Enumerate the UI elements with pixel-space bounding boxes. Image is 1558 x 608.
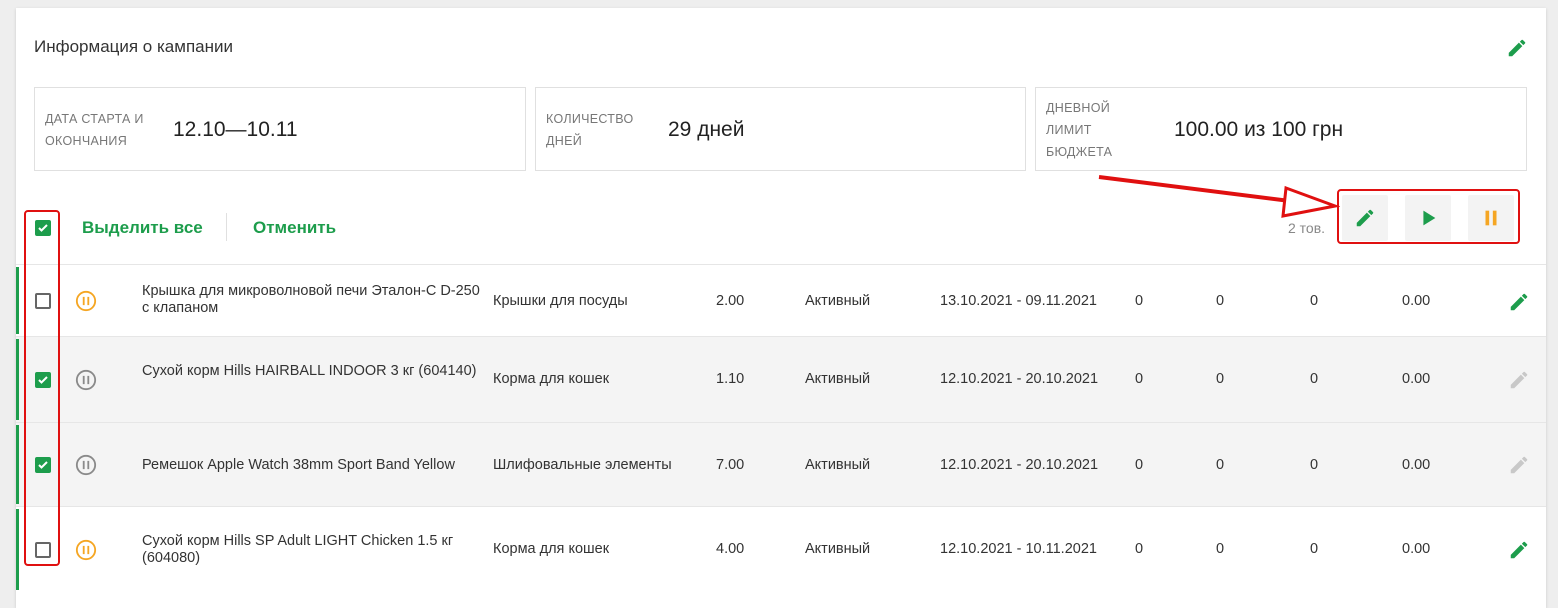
row-checkbox[interactable] xyxy=(35,542,51,558)
product-period: 12.10.2021 - 10.11.2021 xyxy=(940,541,1097,557)
cancel-link[interactable]: Отменить xyxy=(253,218,336,238)
budget-value: 100.00 из 100 грн xyxy=(1174,118,1344,141)
product-status: Активный xyxy=(805,541,871,557)
product-period: 12.10.2021 - 20.10.2021 xyxy=(940,457,1099,473)
pause-circle-icon[interactable] xyxy=(75,539,97,561)
days-value: 29 дней xyxy=(668,118,745,141)
select-all-link[interactable]: Выделить все xyxy=(82,218,203,238)
metric-2: 0 xyxy=(1216,371,1225,387)
pencil-icon xyxy=(1510,371,1528,389)
row-stripe xyxy=(16,509,19,590)
bulk-edit-button[interactable] xyxy=(1342,195,1388,241)
product-cost: 0.00 xyxy=(1402,541,1431,557)
product-cost: 0.00 xyxy=(1402,293,1431,309)
product-category: Крышки для посуды xyxy=(493,293,628,309)
product-bid: 4.00 xyxy=(716,541,745,557)
bulk-play-button[interactable] xyxy=(1405,195,1451,241)
budget-label-line2: ЛИМИТ xyxy=(1046,123,1092,137)
metric-1: 0 xyxy=(1135,293,1144,309)
checkmark-icon xyxy=(38,224,48,232)
campaign-info-panel: Информация о кампании ДАТА СТАРТА И ОКОН… xyxy=(16,8,1546,608)
budget-label-line1: ДНЕВНОЙ xyxy=(1046,101,1111,115)
annotation-arrow-icon xyxy=(1098,175,1340,218)
budget-info-box: ДНЕВНОЙ ЛИМИТ БЮДЖЕТА 100.00 из 100 грн xyxy=(1035,87,1527,171)
metric-1: 0 xyxy=(1135,371,1144,387)
product-cost: 0.00 xyxy=(1402,371,1431,387)
product-cost: 0.00 xyxy=(1402,457,1431,473)
row-checkbox[interactable] xyxy=(35,293,51,309)
table-row: Сухой корм Hills SP Adult LIGHT Chicken … xyxy=(16,506,1546,592)
pencil-icon[interactable] xyxy=(1508,539,1530,561)
dates-label-line1: ДАТА СТАРТА И xyxy=(45,112,144,126)
pause-icon xyxy=(1485,210,1497,226)
days-info-box: КОЛИЧЕСТВО ДНЕЙ 29 дней xyxy=(535,87,1026,171)
row-stripe xyxy=(16,425,19,504)
metric-1: 0 xyxy=(1135,541,1144,557)
pause-circle-icon[interactable] xyxy=(75,290,97,312)
product-category: Шлифовальные элементы xyxy=(493,457,672,473)
days-label-line1: КОЛИЧЕСТВО xyxy=(546,112,634,126)
pencil-icon xyxy=(1356,209,1374,227)
play-icon xyxy=(1423,210,1436,226)
pencil-icon[interactable] xyxy=(1508,291,1530,313)
product-status: Активный xyxy=(805,371,871,387)
product-name[interactable]: Ремешок Apple Watch 38mm Sport Band Yell… xyxy=(142,457,482,474)
pencil-icon xyxy=(1510,456,1528,474)
product-status: Активный xyxy=(805,457,871,473)
product-status: Активный xyxy=(805,293,871,309)
pause-circle-icon[interactable] xyxy=(75,454,97,476)
metric-2: 0 xyxy=(1216,541,1225,557)
dates-label-line2: ОКОНЧАНИЯ xyxy=(45,134,128,148)
days-label-line2: ДНЕЙ xyxy=(546,134,583,148)
checkmark-icon xyxy=(38,376,48,384)
row-checkbox[interactable] xyxy=(35,372,51,388)
metric-2: 0 xyxy=(1216,457,1225,473)
row-stripe xyxy=(16,339,19,420)
product-bid: 2.00 xyxy=(716,293,745,309)
metric-1: 0 xyxy=(1135,457,1144,473)
metric-3: 0 xyxy=(1310,293,1319,309)
pencil-icon[interactable] xyxy=(1506,37,1528,59)
product-period: 13.10.2021 - 09.11.2021 xyxy=(940,293,1097,309)
metric-3: 0 xyxy=(1310,371,1319,387)
product-bid: 7.00 xyxy=(716,457,745,473)
dates-info-box: ДАТА СТАРТА И ОКОНЧАНИЯ 12.10—10.11 xyxy=(34,87,526,171)
metric-3: 0 xyxy=(1310,541,1319,557)
selected-count: 2 тов. xyxy=(1288,220,1326,236)
select-all-checkbox[interactable] xyxy=(35,220,51,236)
table-row: Ремешок Apple Watch 38mm Sport Band Yell… xyxy=(16,422,1546,506)
product-category: Корма для кошек xyxy=(493,371,610,387)
product-bid: 1.10 xyxy=(716,371,745,387)
product-period: 12.10.2021 - 20.10.2021 xyxy=(940,371,1099,387)
product-name[interactable]: Крышка для микроволновой печи Эталон-С D… xyxy=(142,283,482,317)
checkmark-icon xyxy=(38,461,48,469)
budget-label-line3: БЮДЖЕТА xyxy=(1046,145,1113,159)
product-name[interactable]: Сухой корм Hills SP Adult LIGHT Chicken … xyxy=(142,533,482,567)
metric-2: 0 xyxy=(1216,293,1225,309)
pause-circle-icon[interactable] xyxy=(75,369,97,391)
row-checkbox[interactable] xyxy=(35,457,51,473)
product-name[interactable]: Сухой корм Hills HAIRBALL INDOOR 3 кг (6… xyxy=(142,363,482,380)
bulk-pause-button[interactable] xyxy=(1468,195,1514,241)
toolbar-divider xyxy=(226,213,227,241)
metric-3: 0 xyxy=(1310,457,1319,473)
product-category: Корма для кошек xyxy=(493,541,610,557)
table-row: Крышка для микроволновой печи Эталон-С D… xyxy=(16,264,1546,336)
table-row: Сухой корм Hills HAIRBALL INDOOR 3 кг (6… xyxy=(16,336,1546,422)
panel-title: Информация о кампании xyxy=(34,37,233,56)
row-stripe xyxy=(16,267,19,334)
dates-value: 12.10—10.11 xyxy=(173,118,298,141)
